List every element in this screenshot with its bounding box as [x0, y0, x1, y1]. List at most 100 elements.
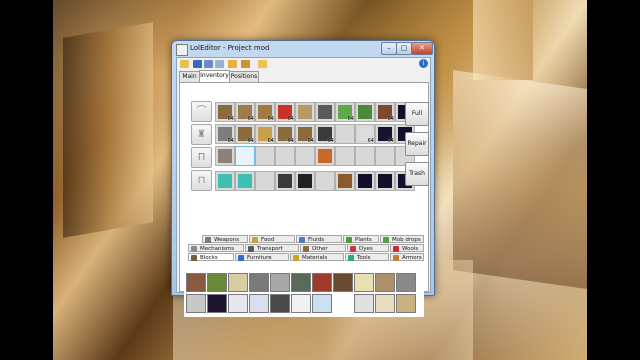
folder-open-icon[interactable] [180, 60, 189, 68]
category-mob-drops[interactable]: Mob drops [380, 235, 424, 243]
tag-icon[interactable] [258, 60, 267, 68]
palette-block[interactable] [375, 294, 395, 313]
palette-block[interactable] [312, 294, 332, 313]
inventory-slot[interactable]: 64 [275, 102, 295, 122]
palette-block[interactable] [186, 273, 206, 292]
palette-block[interactable] [186, 294, 206, 313]
inventory-slot[interactable]: 64 [375, 102, 395, 122]
inventory-slot[interactable] [375, 146, 395, 166]
palette-block[interactable] [249, 294, 269, 313]
trash-button[interactable]: Trash [405, 162, 429, 186]
palette-block[interactable] [396, 273, 416, 292]
inventory-slot[interactable]: 64 [375, 124, 395, 144]
inventory-slot[interactable]: 64 [215, 124, 235, 144]
settings-icon[interactable] [241, 60, 250, 68]
item-quantity: 64 [307, 138, 314, 144]
title-bar[interactable]: LolEditor - Project mod – □ ✕ [172, 41, 434, 57]
help-icon[interactable]: i [419, 59, 428, 68]
inventory-slot[interactable] [255, 146, 275, 166]
inventory-slot[interactable] [355, 102, 375, 122]
category-transport[interactable]: Transport [245, 244, 299, 252]
save-icon[interactable] [193, 60, 202, 68]
inventory-slot[interactable] [315, 102, 335, 122]
category-wools[interactable]: Wools [390, 244, 424, 252]
inventory-slot[interactable] [275, 171, 295, 191]
maximize-button[interactable]: □ [396, 42, 412, 55]
wallpaper-panel [453, 70, 587, 290]
inventory-slot[interactable] [275, 146, 295, 166]
inventory-slot[interactable] [295, 102, 315, 122]
inventory-slot[interactable] [315, 171, 335, 191]
palette-block[interactable] [375, 273, 395, 292]
inventory-slot[interactable]: 64 [335, 102, 355, 122]
copy-icon[interactable] [215, 60, 224, 68]
palette-block[interactable] [228, 294, 248, 313]
palette-block[interactable] [291, 273, 311, 292]
inventory-slot[interactable] [315, 146, 335, 166]
inventory-slot[interactable] [215, 171, 235, 191]
category-furniture[interactable]: Furniture [235, 253, 289, 261]
palette-block[interactable] [249, 273, 269, 292]
palette-block[interactable] [207, 273, 227, 292]
item-icon [318, 105, 332, 119]
folder-icon[interactable] [228, 60, 237, 68]
item-quantity: 64 [267, 116, 274, 122]
chestplate-slot[interactable]: ♜ [191, 124, 212, 145]
helmet-slot[interactable]: ⌒ [191, 101, 212, 122]
category-blocks[interactable]: Blocks [188, 253, 234, 261]
category-materials[interactable]: Materials [290, 253, 344, 261]
palette-block[interactable] [270, 294, 290, 313]
palette-block[interactable] [207, 294, 227, 313]
inventory-slot[interactable]: 64 [315, 124, 335, 144]
repair-button[interactable]: Repair [405, 132, 429, 156]
palette-block[interactable] [333, 273, 353, 292]
inventory-slot[interactable]: 64 [355, 124, 375, 144]
inventory-slot[interactable] [355, 171, 375, 191]
palette-block[interactable] [396, 294, 416, 313]
inventory-slot[interactable] [375, 171, 395, 191]
inventory-slot[interactable] [215, 146, 235, 166]
palette-block[interactable] [291, 294, 311, 313]
category-other[interactable]: Other [300, 244, 346, 252]
leggings-slot[interactable]: Π [191, 147, 212, 168]
item-quantity: 64 [227, 138, 234, 144]
inventory-slot[interactable] [335, 124, 355, 144]
palette-block[interactable] [312, 273, 332, 292]
save-as-icon[interactable] [204, 60, 213, 68]
tab-main[interactable]: Main [179, 71, 200, 82]
category-weapons[interactable]: Weapons [202, 235, 248, 243]
inventory-slot[interactable]: 64 [255, 124, 275, 144]
category-mechanisms[interactable]: Mechanisms [188, 244, 244, 252]
inventory-slot[interactable] [255, 171, 275, 191]
category-armors[interactable]: Armors [390, 253, 424, 261]
category-tools[interactable]: Tools [345, 253, 389, 261]
inventory-slot[interactable] [235, 146, 255, 166]
plant-icon [346, 237, 352, 243]
full-button[interactable]: Full [405, 102, 429, 126]
close-button[interactable]: ✕ [411, 42, 433, 55]
inventory-slot[interactable]: 64 [215, 102, 235, 122]
category-food[interactable]: Food [249, 235, 295, 243]
minimize-button[interactable]: – [381, 42, 397, 55]
inventory-slot[interactable] [295, 171, 315, 191]
inventory-slot[interactable] [295, 146, 315, 166]
inventory-slot[interactable] [335, 171, 355, 191]
inventory-slot[interactable] [355, 146, 375, 166]
category-plants[interactable]: Plants [343, 235, 379, 243]
tab-positions[interactable]: Positions [229, 71, 259, 82]
inventory-slot[interactable]: 64 [295, 124, 315, 144]
boots-slot[interactable]: ⊓ [191, 170, 212, 191]
inventory-slot[interactable]: 64 [275, 124, 295, 144]
inventory-slot[interactable]: 64 [255, 102, 275, 122]
palette-block[interactable] [354, 294, 374, 313]
palette-block[interactable] [270, 273, 290, 292]
inventory-slot[interactable] [335, 146, 355, 166]
inventory-slot[interactable]: 64 [235, 124, 255, 144]
inventory-slot[interactable]: 64 [235, 102, 255, 122]
category-fluids[interactable]: Fluids [296, 235, 342, 243]
category-dyes[interactable]: Dyes [347, 244, 389, 252]
window-title: LolEditor - Project mod [190, 44, 270, 52]
inventory-slot[interactable] [235, 171, 255, 191]
palette-block[interactable] [228, 273, 248, 292]
palette-block[interactable] [354, 273, 374, 292]
